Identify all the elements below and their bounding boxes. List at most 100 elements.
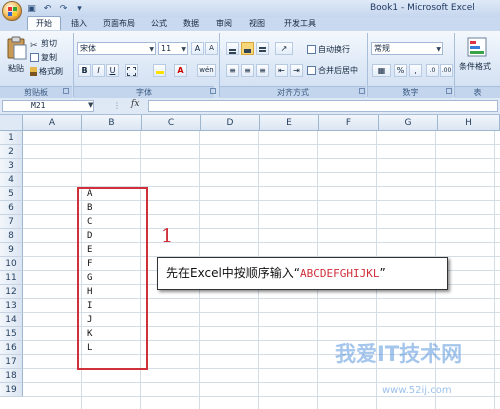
alignment-launcher-icon[interactable] [359,88,365,94]
font-color-button[interactable]: A [174,64,187,77]
align-middle-button[interactable] [241,42,254,55]
clipboard-launcher-icon[interactable] [63,88,69,94]
tab-view[interactable]: 视图 [244,17,270,31]
grow-font-button[interactable]: A [191,42,204,55]
paste-icon[interactable] [6,36,28,60]
row-header-11[interactable]: 11 [0,271,23,285]
italic-button[interactable]: I [92,64,105,77]
number-launcher-icon[interactable] [446,88,452,94]
align-right-icon: ≡ [259,66,266,75]
align-left-button[interactable]: ≡ [226,64,239,77]
row-header-16[interactable]: 16 [0,341,23,355]
row-header-7[interactable]: 7 [0,215,23,229]
format-painter-label: 格式刷 [39,67,63,76]
bold-label: B [81,66,88,75]
column-header-c[interactable]: C [142,115,201,131]
shrink-font-button[interactable]: A [205,42,218,55]
office-logo-icon [8,7,17,16]
align-left-icon: ≡ [229,66,236,75]
fill-color-button[interactable] [153,64,166,77]
row-header-4[interactable]: 4 [0,173,23,187]
watermark-url: www.52ij.com [382,385,452,396]
column-header-b[interactable]: B [82,115,142,131]
font-name-combo[interactable]: 宋体 ▼ [77,42,156,55]
row-header-2[interactable]: 2 [0,145,23,159]
row-header-8[interactable]: 8 [0,229,23,243]
font-name-value: 宋体 [80,44,96,53]
column-header-g[interactable]: G [379,115,438,131]
column-header-h[interactable]: H [438,115,500,131]
align-right-button[interactable]: ≡ [256,64,269,77]
row-header-1[interactable]: 1 [0,131,23,145]
row-header-12[interactable]: 12 [0,285,23,299]
comma-button[interactable]: , [409,64,422,77]
row-header-15[interactable]: 15 [0,327,23,341]
number-format-combo[interactable]: 常规 ▼ [371,42,443,55]
name-box[interactable]: M21 [2,100,94,112]
column-header-f[interactable]: F [319,115,379,131]
row-header-5[interactable]: 5 [0,187,23,201]
copy-button[interactable]: 复制 [30,51,57,64]
decrease-indent-button[interactable]: ⇤ [275,64,288,77]
tab-developer[interactable]: 开发工具 [279,17,321,31]
row-header-13[interactable]: 13 [0,299,23,313]
conditional-formatting-button[interactable]: 条件格式 [459,60,500,73]
tab-page-layout[interactable]: 页面布局 [98,17,140,31]
conditional-formatting-icon[interactable] [466,36,488,58]
merge-center-button[interactable]: 合并后居中 [307,64,358,77]
phonetic-button[interactable]: wén [197,64,216,77]
borders-icon [127,67,136,76]
column-header-e[interactable]: E [260,115,319,131]
row-header-3[interactable]: 3 [0,159,23,173]
row-header-10[interactable]: 10 [0,257,23,271]
chevron-down-icon[interactable]: ▼ [88,101,93,109]
row-header-19[interactable]: 19 [0,383,23,397]
font-launcher-icon[interactable] [210,88,216,94]
tab-data[interactable]: 数据 [178,17,204,31]
increase-indent-button[interactable]: ⇥ [290,64,303,77]
row-header-9[interactable]: 9 [0,243,23,257]
wrap-text-button[interactable]: 自动换行 [307,43,350,56]
tab-insert[interactable]: 插入 [66,17,92,31]
row-header-18[interactable]: 18 [0,369,23,383]
orientation-button[interactable]: ↗ [275,42,293,55]
insert-function-icon[interactable]: fx [131,99,139,109]
redo-icon[interactable]: ↷ [57,3,70,15]
paste-button[interactable]: 粘贴 [8,62,24,75]
bold-button[interactable]: B [78,64,91,77]
chevron-down-icon: ▼ [149,46,154,53]
row-header-14[interactable]: 14 [0,313,23,327]
undo-icon[interactable]: ↶ [41,3,54,15]
increase-decimal-icon: .0 [429,67,436,74]
callout-highlight: ABCDEFGHIJKL [300,267,380,280]
shrink-font-label: A [209,44,214,52]
row-header-6[interactable]: 6 [0,201,23,215]
row-header-17[interactable]: 17 [0,355,23,369]
borders-button[interactable] [125,64,138,77]
formula-input[interactable] [148,100,498,112]
scissors-icon: ✂ [30,41,38,51]
grow-font-label: A [194,44,201,53]
tab-review[interactable]: 审阅 [211,17,237,31]
office-button[interactable] [2,1,22,21]
save-icon[interactable]: ▣ [25,3,38,15]
select-all-corner[interactable] [0,115,23,131]
percent-button[interactable]: % [394,64,407,77]
tab-home[interactable]: 开始 [27,16,61,30]
align-bottom-button[interactable] [256,42,269,55]
formula-bar-splitter-icon[interactable]: ⋮ [113,101,121,110]
align-top-button[interactable] [226,42,239,55]
align-center-button[interactable]: ≡ [241,64,254,77]
cut-button[interactable]: ✂ 剪切 [30,37,57,51]
decrease-decimal-button[interactable]: .00 [440,64,453,77]
column-header-d[interactable]: D [201,115,260,131]
format-painter-button[interactable]: 格式刷 [30,65,63,78]
tab-formulas[interactable]: 公式 [146,17,172,31]
accounting-format-button[interactable]: ▦ [372,64,391,77]
increase-decimal-button[interactable]: .0 [426,64,439,77]
font-size-combo[interactable]: 11 ▼ [158,42,188,55]
customize-qat-icon[interactable]: ▾ [73,3,86,15]
underline-button[interactable]: U [106,64,119,77]
number-format-value: 常规 [374,44,390,53]
column-header-a[interactable]: A [23,115,82,131]
